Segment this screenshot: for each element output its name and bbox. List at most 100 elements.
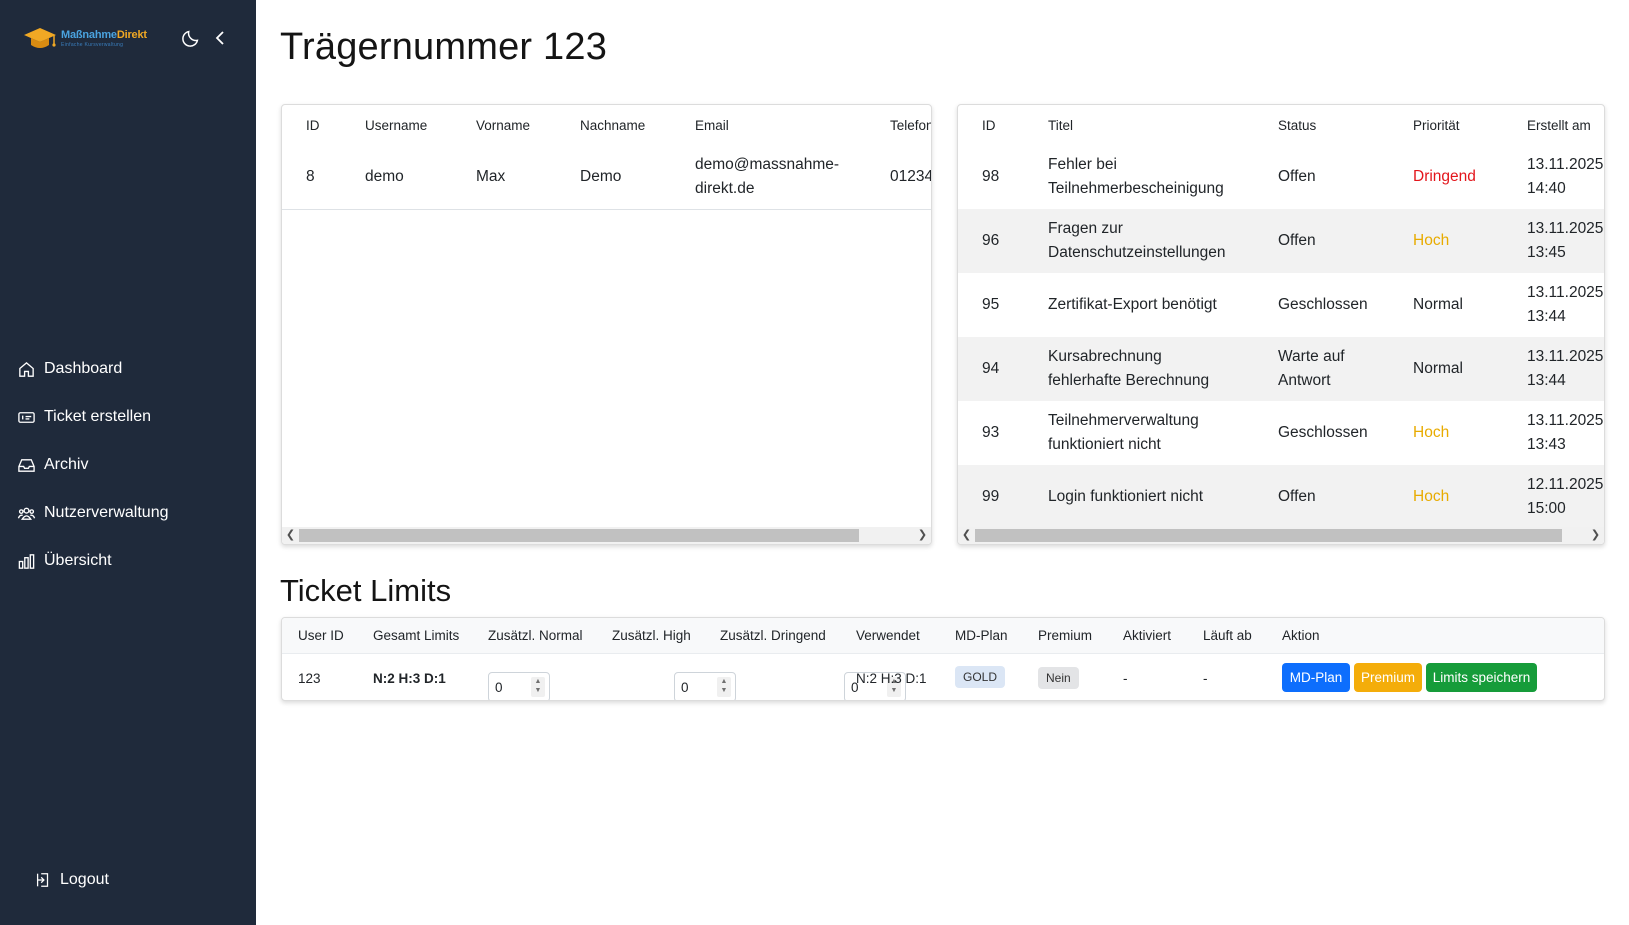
- users-table-scroll[interactable]: ID Username Vorname Nachname Email Telef…: [282, 105, 931, 527]
- cell-vorname: Max: [476, 145, 580, 210]
- moon-icon[interactable]: [180, 27, 202, 49]
- table-header-row: ID Titel Status Priorität Erstellt am: [958, 105, 1604, 145]
- tickets-table-panel: ID Titel Status Priorität Erstellt am 98…: [957, 104, 1605, 545]
- main-content: Trägernummer 123 ID Username Vorname Nac…: [256, 0, 1629, 925]
- logout-button[interactable]: Logout: [34, 871, 109, 889]
- scrollbar-thumb[interactable]: [975, 529, 1562, 542]
- tickets-table-scroll[interactable]: ID Titel Status Priorität Erstellt am 98…: [958, 105, 1604, 527]
- scroll-right-icon[interactable]: ❯: [914, 527, 931, 544]
- spinner-icon[interactable]: ▲ ▼: [531, 677, 545, 697]
- cell-titel: Fragen zur Datenschutzeinstellungen: [1048, 209, 1278, 273]
- additional-normal-input[interactable]: 0 ▲ ▼: [488, 672, 550, 700]
- column-header[interactable]: Username: [365, 105, 476, 145]
- sidebar-item-archiv[interactable]: Archiv: [0, 441, 256, 489]
- users-icon: [17, 507, 36, 520]
- cell-status: Geschlossen: [1278, 424, 1368, 441]
- table-row[interactable]: 96 Fragen zur Datenschutzeinstellungen Offe…: [958, 209, 1604, 273]
- premium-button[interactable]: Premium: [1354, 663, 1422, 692]
- column-header[interactable]: ID: [282, 105, 365, 145]
- cell-erstellt-am: 13.11.2025, 14:40: [1527, 156, 1604, 197]
- ticket-icon: [18, 411, 35, 423]
- scroll-left-icon[interactable]: ❮: [282, 527, 299, 544]
- cell-erstellt-am: 12.11.2025, 15:00: [1527, 465, 1604, 527]
- cell-erstellt-am: 13.11.2025, 13:43: [1527, 412, 1604, 453]
- cell-email: demo@massnahme-direkt.de: [695, 145, 890, 210]
- column-header: User ID: [298, 628, 344, 643]
- sidebar-nav: Dashboard Ticket erstellen Archiv Nutzer…: [0, 345, 256, 585]
- spinner-icon[interactable]: ▲ ▼: [717, 677, 731, 697]
- column-header[interactable]: Telefon: [890, 105, 931, 145]
- table-row[interactable]: 98 Fehler bei Teilnehmerbescheinigung Offen…: [958, 145, 1604, 209]
- table-row[interactable]: 8 demo Max Demo demo@massnahme-direkt.de…: [282, 145, 931, 210]
- page-title: Trägernummer 123: [280, 26, 608, 68]
- cell-status: Offen: [1278, 168, 1316, 185]
- sidebar-item-label: Ticket erstellen: [44, 408, 151, 425]
- cell-titel: Kursabrechnung fehlerhafte Berechnung: [1048, 337, 1278, 401]
- column-header: Läuft ab: [1203, 628, 1252, 643]
- cell-gesamt-limits: N:2 H:3 D:1: [373, 670, 446, 686]
- users-table: ID Username Vorname Nachname Email Telef…: [282, 105, 931, 210]
- column-header[interactable]: Email: [695, 105, 890, 145]
- inbox-icon: [18, 458, 35, 472]
- scrollbar-thumb[interactable]: [299, 529, 859, 542]
- save-limits-button[interactable]: Limits speichern: [1426, 663, 1537, 692]
- additional-high-input[interactable]: 0 ▲ ▼: [674, 672, 736, 700]
- md-plan-button[interactable]: MD-Plan: [1282, 663, 1350, 692]
- cell-verwendet: N:2 H:3 D:1: [856, 670, 927, 686]
- table-row[interactable]: 93 Teilnehmerverwaltung funktioniert nicht…: [958, 401, 1604, 465]
- cell-prioritaet: Hoch: [1413, 465, 1527, 527]
- tickets-table: ID Titel Status Priorität Erstellt am 98…: [958, 105, 1604, 527]
- cell-status: Offen: [1278, 465, 1413, 527]
- table-row[interactable]: 99 Login funktioniert nicht Offen Hoch 12.11…: [958, 465, 1604, 527]
- table-header-row: ID Username Vorname Nachname Email Telef…: [282, 105, 931, 145]
- cell-erstellt-am: 13.11.2025, 13:45: [1527, 209, 1604, 273]
- horizontal-scrollbar[interactable]: ❮ ❯: [958, 527, 1604, 544]
- sidebar-item-ticket-erstellen[interactable]: Ticket erstellen: [0, 393, 256, 441]
- cell-erstellt-am: 13.11.2025, 13:44: [1527, 337, 1604, 401]
- bar-chart-icon: [18, 553, 35, 569]
- cell-prioritaet: Normal: [1413, 296, 1463, 313]
- scroll-left-icon[interactable]: ❮: [958, 527, 975, 544]
- column-header: Zusätzl. High: [612, 628, 691, 643]
- column-header[interactable]: ID: [958, 105, 1048, 145]
- cell-titel: Zertifikat-Export benötigt: [1048, 296, 1217, 313]
- sidebar-item-label: Nutzerverwaltung: [44, 504, 169, 521]
- column-header[interactable]: Erstellt am: [1527, 105, 1604, 145]
- cell-id: 98: [982, 168, 1000, 185]
- chevron-left-icon[interactable]: [210, 27, 230, 49]
- column-header[interactable]: Vorname: [476, 105, 580, 145]
- brand-logo[interactable]: MaßnahmeDirekt Einfache Kursverwaltung: [22, 24, 147, 54]
- sidebar-item-nutzerverwaltung[interactable]: Nutzerverwaltung: [0, 489, 256, 537]
- column-header[interactable]: Nachname: [580, 105, 695, 145]
- brand-subtitle: Einfache Kursverwaltung: [61, 42, 124, 48]
- column-header: Premium: [1038, 628, 1093, 643]
- table-row[interactable]: 95 Zertifikat-Export benötigt Geschlossen N…: [958, 273, 1604, 337]
- cell-nachname: Demo: [580, 145, 695, 210]
- cell-titel: Login funktioniert nicht: [1048, 465, 1278, 527]
- premium-badge: Nein: [1038, 667, 1079, 689]
- cell-prioritaet: Hoch: [1413, 209, 1527, 273]
- column-header: MD-Plan: [955, 628, 1008, 643]
- column-header: Zusätzl. Dringend: [720, 628, 826, 643]
- horizontal-scrollbar[interactable]: ❮ ❯: [282, 527, 931, 544]
- cell-id: 99: [958, 465, 1048, 527]
- cell-prioritaet: Hoch: [1413, 424, 1450, 441]
- column-header[interactable]: Status: [1278, 105, 1413, 145]
- plan-badge: GOLD: [955, 666, 1006, 688]
- cell-id: 96: [958, 209, 1048, 273]
- sidebar-item-uebersicht[interactable]: Übersicht: [0, 537, 256, 585]
- column-header: Aktiviert: [1123, 628, 1172, 643]
- column-header[interactable]: Titel: [1048, 105, 1278, 145]
- cell-titel: Teilnehmerverwaltung funktioniert nicht: [1048, 412, 1199, 453]
- column-header: Gesamt Limits: [373, 628, 460, 643]
- sidebar-item-dashboard[interactable]: Dashboard: [0, 345, 256, 393]
- sidebar-item-label: Archiv: [44, 456, 89, 473]
- scroll-right-icon[interactable]: ❯: [1587, 527, 1604, 544]
- cell-aktiviert: -: [1123, 670, 1128, 686]
- logout-icon: [36, 873, 49, 887]
- column-header[interactable]: Priorität: [1413, 105, 1527, 145]
- logout-label: Logout: [60, 871, 109, 888]
- table-row[interactable]: 94 Kursabrechnung fehlerhafte Berechnung Wa…: [958, 337, 1604, 401]
- cell-status: Geschlossen: [1278, 296, 1368, 313]
- cell-username: demo: [365, 145, 476, 210]
